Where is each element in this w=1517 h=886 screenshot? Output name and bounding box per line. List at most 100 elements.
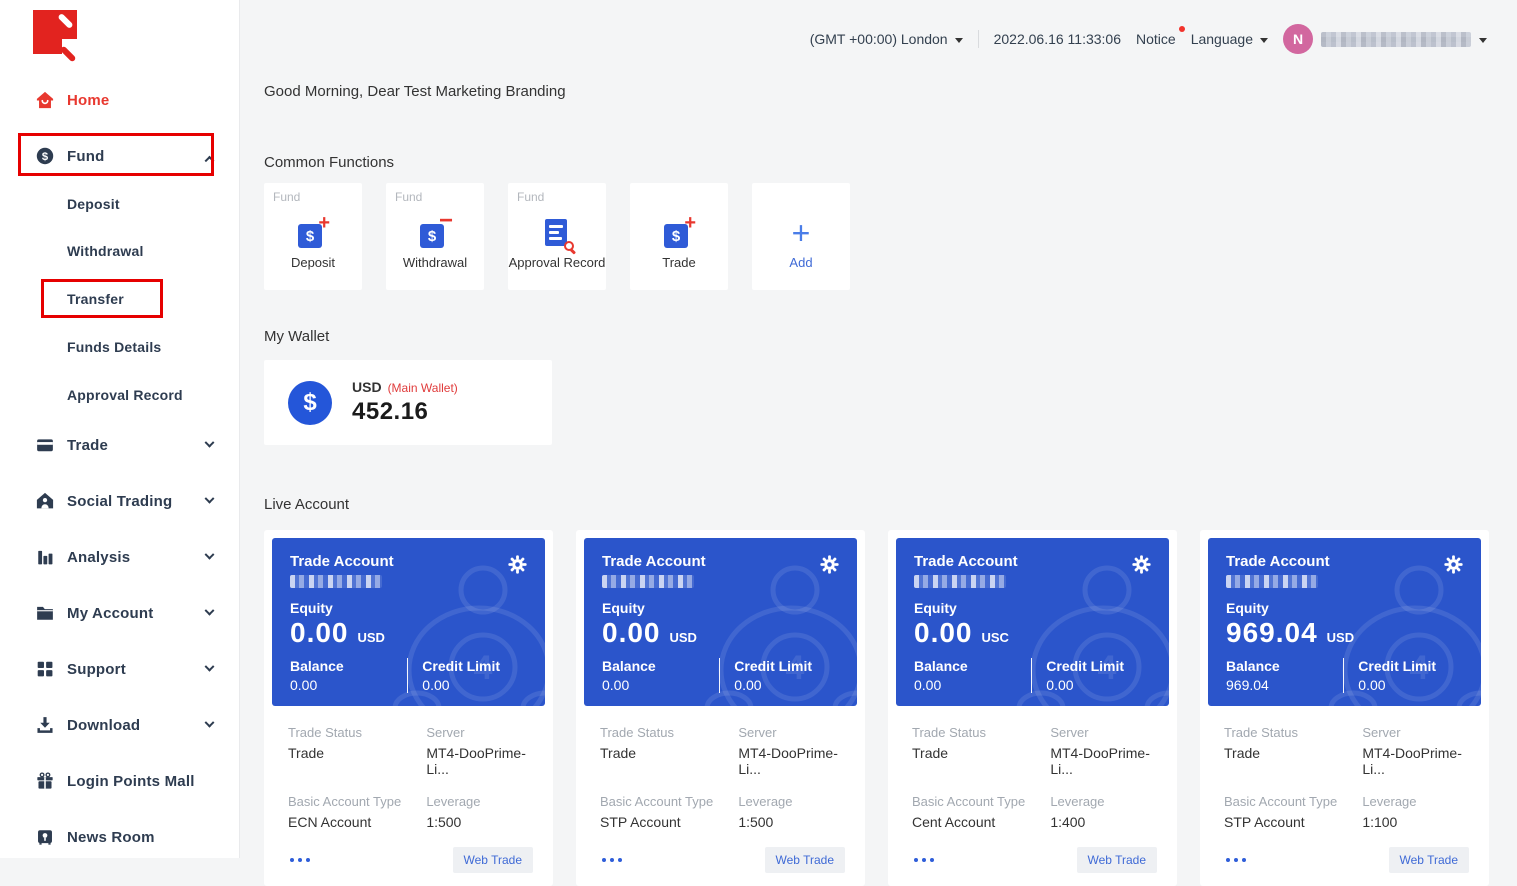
- chevron-down-icon: [205, 605, 215, 615]
- balance-label: Balance: [914, 658, 1031, 674]
- sidebar-item-fund[interactable]: $ Fund: [0, 132, 239, 180]
- leverage-label: Leverage: [1050, 794, 1159, 809]
- language-selector[interactable]: Language: [1191, 31, 1268, 47]
- web-trade-button[interactable]: Web Trade: [1389, 847, 1469, 873]
- equity-label: Equity: [602, 600, 839, 616]
- live-account-card: 4 Trade Account: [264, 530, 553, 886]
- user-menu[interactable]: N: [1283, 24, 1487, 54]
- sidebar-item-transfer[interactable]: Transfer: [0, 275, 239, 323]
- sidebar-item-withdrawal[interactable]: Withdrawal: [0, 227, 239, 275]
- basic-account-type-value: STP Account: [1224, 814, 1362, 830]
- credit-limit-value: 0.00: [1046, 677, 1151, 693]
- sidebar-item-analysis[interactable]: Analysis: [0, 533, 239, 581]
- wallet-card: $ USD (Main Wallet) 452.16: [264, 360, 552, 445]
- common-function-card[interactable]: Fund $+ Deposit: [264, 183, 362, 290]
- account-details-panel: Trade Status Trade Server MT4-DooPrime-L…: [272, 706, 545, 873]
- web-trade-button[interactable]: Web Trade: [453, 847, 533, 873]
- brand-logo[interactable]: [33, 10, 77, 54]
- svg-text:$: $: [42, 151, 49, 163]
- sidebar-item-deposit[interactable]: Deposit: [0, 180, 239, 228]
- leverage-label: Leverage: [738, 794, 847, 809]
- more-actions-button[interactable]: [1224, 854, 1248, 866]
- notice-badge: [1179, 26, 1185, 32]
- gear-icon[interactable]: [820, 555, 839, 579]
- trade-status-value: Trade: [1224, 745, 1362, 761]
- live-account-card: 4 Trade Account: [888, 530, 1177, 886]
- topbar: (GMT +00:00) London 2022.06.16 11:33:06 …: [810, 24, 1487, 54]
- wallet-dollar-icon: $: [288, 381, 332, 425]
- gear-icon[interactable]: [508, 555, 527, 579]
- gear-icon[interactable]: [1132, 555, 1151, 579]
- common-function-card[interactable]: Fund Approval Record: [508, 183, 606, 290]
- gear-icon[interactable]: [1444, 555, 1463, 579]
- more-actions-button[interactable]: [288, 854, 312, 866]
- sidebar-item-news-room[interactable]: News Room: [0, 813, 239, 861]
- common-function-card[interactable]: + Add: [752, 183, 850, 290]
- account-summary-panel: 4 Trade Account: [896, 538, 1169, 706]
- withdrawal-icon: $−: [419, 217, 451, 249]
- leverage-value: 1:100: [1362, 814, 1471, 830]
- equity-label: Equity: [1226, 600, 1463, 616]
- home-icon: [36, 91, 54, 109]
- section-title-my-wallet: My Wallet: [264, 328, 329, 345]
- common-functions-cards: Fund $+ Deposit Fund $− Withdrawal Fund …: [264, 183, 850, 290]
- gift-icon: [36, 772, 54, 790]
- analysis-icon: [36, 548, 54, 566]
- timezone-selector[interactable]: (GMT +00:00) London: [810, 31, 963, 47]
- chevron-down-icon: [205, 549, 215, 559]
- chevron-down-icon: [955, 38, 963, 43]
- sidebar-item-login-points-mall[interactable]: Login Points Mall: [0, 757, 239, 805]
- datetime-label: 2022.06.16 11:33:06: [994, 31, 1121, 47]
- server-value: MT4-DooPrime-Li...: [1362, 745, 1471, 777]
- equity-currency: USD: [358, 630, 385, 645]
- sidebar-item-trade[interactable]: Trade: [0, 421, 239, 469]
- trade-icon: $+: [663, 217, 695, 249]
- basic-account-type-label: Basic Account Type: [1224, 794, 1362, 809]
- equity-currency: USC: [982, 630, 1009, 645]
- account-details-panel: Trade Status Trade Server MT4-DooPrime-L…: [584, 706, 857, 873]
- account-number-redacted: [602, 575, 694, 588]
- equity-label: Equity: [290, 600, 527, 616]
- account-card-title: Trade Account: [914, 553, 1018, 570]
- common-function-card[interactable]: Fund $− Withdrawal: [386, 183, 484, 290]
- common-function-card[interactable]: $+ Trade: [630, 183, 728, 290]
- sidebar-item-download[interactable]: Download: [0, 701, 239, 749]
- notice-link[interactable]: Notice: [1136, 31, 1176, 47]
- sidebar-item-support[interactable]: Support: [0, 645, 239, 693]
- more-actions-button[interactable]: [600, 854, 624, 866]
- more-actions-button[interactable]: [912, 854, 936, 866]
- sidebar-item-social-trading[interactable]: Social Trading: [0, 477, 239, 525]
- account-details-panel: Trade Status Trade Server MT4-DooPrime-L…: [1208, 706, 1481, 873]
- trade-status-label: Trade Status: [1224, 725, 1362, 740]
- web-trade-button[interactable]: Web Trade: [765, 847, 845, 873]
- equity-label: Equity: [914, 600, 1151, 616]
- equity-currency: USD: [1327, 630, 1354, 645]
- trade-icon: [36, 436, 54, 454]
- account-number-redacted: [1226, 575, 1318, 588]
- leverage-label: Leverage: [426, 794, 535, 809]
- trade-status-label: Trade Status: [288, 725, 426, 740]
- server-value: MT4-DooPrime-Li...: [1050, 745, 1159, 777]
- credit-limit-label: Credit Limit: [1046, 658, 1151, 674]
- fund-icon: $: [36, 147, 54, 165]
- sidebar-item-my-account[interactable]: My Account: [0, 589, 239, 637]
- chevron-down-icon: [205, 437, 215, 447]
- equity-currency: USD: [670, 630, 697, 645]
- chevron-down-icon: [1479, 38, 1487, 43]
- sidebar-item-funds-details[interactable]: Funds Details: [0, 323, 239, 371]
- sidebar-item-home[interactable]: Home: [0, 76, 239, 124]
- card-label: Deposit: [291, 255, 335, 270]
- chevron-down-icon: [205, 493, 215, 503]
- server-label: Server: [738, 725, 847, 740]
- balance-value: 0.00: [602, 677, 719, 693]
- web-trade-button[interactable]: Web Trade: [1077, 847, 1157, 873]
- approval-record-icon: [541, 217, 573, 249]
- basic-account-type-label: Basic Account Type: [912, 794, 1050, 809]
- server-label: Server: [1050, 725, 1159, 740]
- card-category-label: Fund: [395, 190, 422, 204]
- account-card-title: Trade Account: [290, 553, 394, 570]
- card-label: Add: [789, 255, 812, 270]
- sidebar-item-approval-record[interactable]: Approval Record: [0, 371, 239, 419]
- basic-account-type-value: ECN Account: [288, 814, 426, 830]
- live-account-card: 4 Trade Account: [576, 530, 865, 886]
